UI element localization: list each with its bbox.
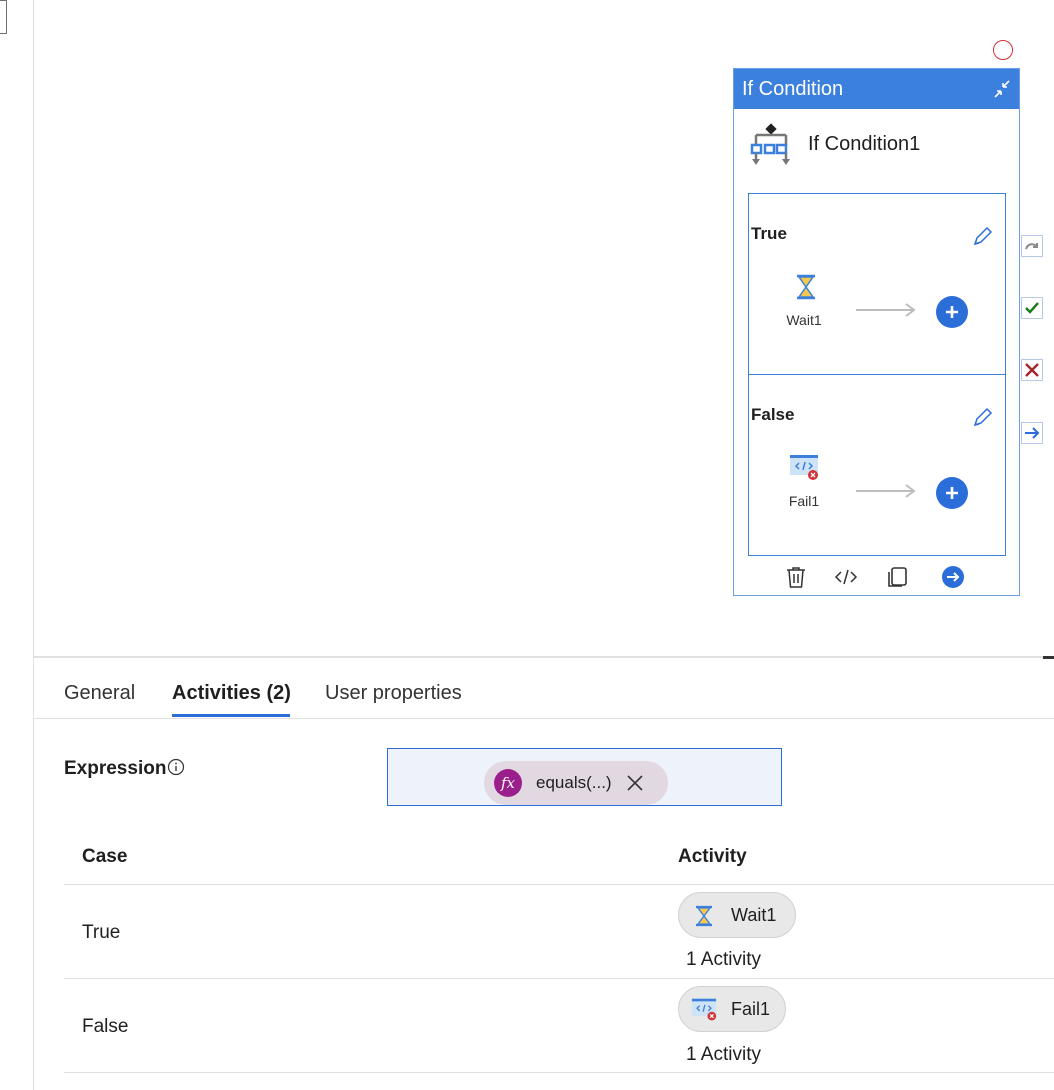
connector-arrow-icon — [856, 303, 916, 317]
activity-chip-label: Wait1 — [731, 905, 777, 925]
hourglass-icon — [696, 905, 712, 927]
copy-icon[interactable] — [885, 565, 909, 589]
completion-connector-icon[interactable] — [1021, 422, 1043, 444]
skip-connector-icon[interactable] — [1021, 235, 1043, 257]
collapse-icon[interactable] — [991, 77, 1013, 101]
tab-user-properties[interactable]: User properties — [325, 682, 462, 705]
rail-toggle[interactable] — [0, 0, 7, 34]
activity-chip-label: Fail1 — [731, 999, 771, 1019]
card-toolbar — [734, 559, 1019, 595]
edit-pencil-icon[interactable] — [971, 226, 993, 248]
add-activity-button[interactable] — [936, 477, 968, 509]
left-rail — [0, 0, 34, 1090]
branch-false[interactable]: False Fail1 — [748, 374, 1006, 556]
table-row-case: True — [82, 922, 121, 943]
fail1-activity-label[interactable]: Fail1 — [769, 493, 839, 509]
case-column-header: Case — [82, 846, 128, 867]
error-indicator-icon — [993, 40, 1013, 60]
expression-input[interactable]: fx equals(...) — [387, 748, 782, 806]
panel-divider[interactable] — [34, 656, 1054, 658]
fail-activity-icon — [691, 998, 717, 1021]
code-icon[interactable] — [834, 565, 858, 589]
plus-icon — [946, 306, 958, 318]
success-connector-icon[interactable] — [1021, 297, 1043, 319]
properties-tabs: General Activities (2) User properties — [34, 668, 1054, 719]
activity-chip[interactable]: Wait1 — [678, 892, 796, 938]
activity-chip[interactable]: Fail1 — [678, 986, 786, 1032]
hourglass-icon — [797, 274, 815, 300]
if-condition-icon — [750, 123, 790, 165]
row-divider — [64, 1072, 1054, 1073]
go-arrow-icon[interactable] — [941, 565, 965, 589]
if-activity-name: If Condition1 — [808, 133, 921, 155]
fail-activity-icon — [790, 455, 818, 480]
if-card-header: If Condition — [734, 69, 1019, 109]
expression-chip-text: equals(...) — [536, 773, 612, 792]
if-condition-card[interactable]: If Condition If Condition1 True Wait1 Fa… — [733, 68, 1020, 596]
branch-true[interactable]: True Wait1 — [748, 193, 1006, 375]
edit-pencil-icon[interactable] — [971, 407, 993, 429]
close-icon[interactable] — [624, 772, 646, 794]
expression-chip[interactable]: fx equals(...) — [484, 761, 668, 805]
tab-general[interactable]: General — [64, 682, 135, 705]
active-tab-indicator — [172, 714, 290, 717]
activity-count: 1 Activity — [686, 949, 761, 970]
if-card-name-row: If Condition1 — [734, 109, 1019, 165]
expression-label: Expression — [64, 758, 167, 779]
add-activity-button[interactable] — [936, 296, 968, 328]
row-divider — [64, 884, 1054, 885]
if-card-header-title: If Condition — [742, 78, 844, 100]
delete-icon[interactable] — [784, 565, 808, 589]
table-row-case: False — [82, 1016, 129, 1037]
activity-count: 1 Activity — [686, 1044, 761, 1065]
branch-true-title: True — [751, 224, 787, 243]
minimize-panel-icon[interactable] — [1043, 656, 1054, 659]
tab-activities[interactable]: Activities (2) — [172, 682, 291, 705]
failure-connector-icon[interactable] — [1021, 359, 1043, 381]
info-icon[interactable] — [167, 758, 185, 776]
plus-icon — [946, 487, 958, 499]
branch-false-title: False — [751, 405, 795, 424]
function-icon: fx — [494, 769, 522, 797]
activity-column-header: Activity — [678, 846, 747, 867]
wait1-activity-label[interactable]: Wait1 — [769, 312, 839, 328]
connector-arrow-icon — [856, 484, 916, 498]
row-divider — [64, 978, 1054, 979]
